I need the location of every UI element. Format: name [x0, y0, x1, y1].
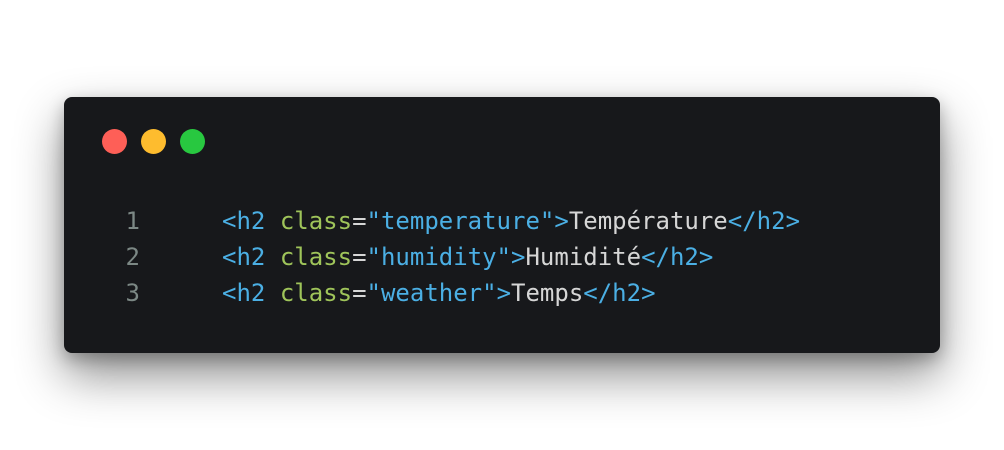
element-content: Humidité — [525, 243, 642, 271]
attribute-value: "weather" — [366, 279, 497, 307]
element-content: Temps — [511, 279, 584, 307]
close-dot-icon — [102, 129, 127, 154]
code-line: 1 <h2 class = "temperature" > Températur… — [64, 203, 800, 239]
code-window: 1 <h2 class = "temperature" > Températur… — [64, 97, 940, 353]
attribute-value: "humidity" — [366, 243, 512, 271]
attribute-name: class — [279, 243, 353, 271]
end-tag: </h2> — [583, 279, 656, 307]
tag-close-bracket: > — [511, 243, 526, 271]
minimize-dot-icon — [141, 129, 166, 154]
open-tag: <h2 — [222, 207, 266, 235]
maximize-dot-icon — [180, 129, 205, 154]
attribute-name: class — [279, 279, 353, 307]
tag-close-bracket: > — [496, 279, 512, 307]
attribute-name: class — [279, 207, 353, 235]
end-tag: </h2> — [727, 207, 801, 235]
line-number: 1 — [125, 207, 140, 235]
code-block: 1 <h2 class = "temperature" > Températur… — [64, 203, 800, 311]
code-line: 3 <h2 class = "weather" > Temps </h2> — [64, 275, 800, 311]
line-number: 3 — [125, 279, 140, 307]
equals-sign: = — [352, 243, 367, 271]
open-tag: <h2 — [222, 279, 266, 307]
tag-close-bracket: > — [554, 207, 569, 235]
end-tag: </h2> — [641, 243, 714, 271]
equals-sign: = — [352, 207, 367, 235]
equals-sign: = — [352, 279, 367, 307]
line-number: 2 — [125, 243, 140, 271]
code-line: 2 <h2 class = "humidity" > Humidité </h2… — [64, 239, 800, 275]
window-controls — [102, 129, 205, 154]
attribute-value: "temperature" — [366, 207, 555, 235]
open-tag: <h2 — [222, 243, 266, 271]
element-content: Température — [568, 207, 728, 235]
